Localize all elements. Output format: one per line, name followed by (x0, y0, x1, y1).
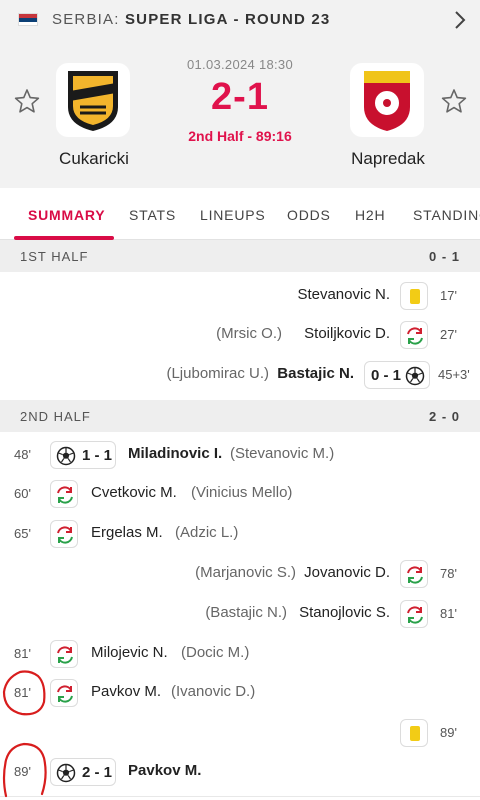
football-icon (405, 366, 425, 386)
event-player: Miladinovic I. (128, 445, 223, 462)
event-row[interactable]: 60' Cvetkovic M. (Vinicius Mello) (0, 474, 480, 514)
event-player: Stoiljkovic D. (304, 325, 390, 342)
competition-bar[interactable]: SERBIA: SUPER LIGA - ROUND 23 (0, 0, 480, 40)
event-row[interactable]: 81' Milojevic N. (Docic M.) (0, 634, 480, 674)
substitution-icon (400, 321, 428, 349)
event-row[interactable]: Stevanovic N. 17' (0, 276, 480, 316)
event-assist: (Marjanovic S.) (195, 564, 296, 581)
match-tabs: SUMMARY STATS LINEUPS ODDS H2H STANDINGS (0, 188, 480, 240)
event-time: 27' (440, 327, 457, 342)
first-half-header: 1ST HALF 0 - 1 (0, 240, 480, 272)
event-time: 89' (14, 764, 31, 779)
tab-odds[interactable]: ODDS (287, 207, 331, 223)
yellow-card-icon (400, 282, 428, 310)
event-time: 81' (14, 646, 31, 661)
event-player: Bastajic N. (277, 365, 354, 382)
section-result: 0 - 1 (428, 249, 460, 264)
event-row[interactable]: 89' (0, 713, 480, 753)
event-player: Pavkov M. (128, 762, 202, 779)
event-player: Stevanovic N. (297, 286, 390, 303)
event-row[interactable]: 81' Pavkov M. (Ivanovic D.) (0, 673, 480, 713)
event-row[interactable]: 48' 1 - 1 Miladinovic I. (Stevanovic M.) (0, 435, 480, 475)
event-time: 48' (14, 447, 31, 462)
away-team-logo[interactable] (350, 63, 424, 137)
event-assist: (Bastajic N.) (205, 604, 287, 621)
substitution-icon (50, 679, 78, 707)
event-player: Jovanovic D. (304, 564, 390, 581)
event-time: 78' (440, 566, 457, 581)
goal-score: 1 - 1 (82, 447, 113, 464)
substitution-icon (50, 520, 78, 548)
tab-lineups[interactable]: LINEUPS (200, 207, 266, 223)
event-assist: (Ivanovic D.) (171, 683, 256, 700)
goal-score: 2 - 1 (82, 764, 113, 781)
event-player: Cvetkovic M. (91, 484, 177, 501)
tab-stats[interactable]: STATS (129, 207, 176, 223)
home-team-name[interactable]: Cukaricki (29, 149, 159, 169)
serbia-flag-icon (18, 13, 38, 26)
substitution-icon (50, 480, 78, 508)
event-time: 89' (440, 725, 457, 740)
event-assist: (Docic M.) (181, 644, 250, 661)
event-row[interactable]: (Bastajic N.) Stanojlovic S. 81' (0, 594, 480, 634)
event-player: Pavkov M. (91, 683, 162, 700)
tab-summary[interactable]: SUMMARY (28, 207, 105, 223)
tab-standings[interactable]: STANDINGS (413, 207, 480, 223)
substitution-icon (400, 600, 428, 628)
event-row[interactable]: (Ljubomirac U.) Bastajic N. 0 - 1 45+3' (0, 355, 480, 395)
event-assist: (Vinicius Mello) (191, 484, 293, 501)
event-player: Stanojlovic S. (299, 604, 390, 621)
event-time: 81' (440, 606, 457, 621)
event-row[interactable]: (Mrsic O.) Stoiljkovic D. 27' (0, 315, 480, 355)
competition-title: SERBIA: SUPER LIGA - ROUND 23 (52, 11, 331, 28)
away-team-name[interactable]: Napredak (323, 149, 453, 169)
event-player: Ergelas M. (91, 524, 163, 541)
event-row[interactable]: 89' 2 - 1 Pavkov M. (0, 752, 480, 792)
event-player: Milojevic N. (91, 644, 168, 661)
event-time: 60' (14, 486, 31, 501)
football-icon (56, 763, 76, 783)
section-label: 2ND HALF (20, 409, 91, 424)
event-assist: (Mrsic O.) (216, 325, 282, 342)
event-assist: (Adzic L.) (175, 524, 239, 541)
event-row[interactable]: (Marjanovic S.) Jovanovic D. 78' (0, 554, 480, 594)
event-time: 45+3' (438, 367, 470, 382)
tab-h2h[interactable]: H2H (355, 207, 385, 223)
event-assist: (Stevanovic M.) (230, 445, 335, 462)
section-result: 2 - 0 (428, 409, 460, 424)
favorite-away-star-icon[interactable] (441, 88, 467, 114)
section-label: 1ST HALF (20, 249, 89, 264)
yellow-card-icon (400, 719, 428, 747)
goal-score-box: 1 - 1 (50, 441, 116, 469)
chevron-right-icon[interactable] (452, 10, 468, 30)
second-half-header: 2ND HALF 2 - 0 (0, 400, 480, 432)
bottom-divider (0, 796, 480, 797)
event-time: 65' (14, 526, 31, 541)
event-time: 17' (440, 288, 457, 303)
event-row[interactable]: 65' Ergelas M. (Adzic L.) (0, 514, 480, 554)
substitution-icon (50, 640, 78, 668)
match-header: Cukaricki 01.03.2024 18:30 2-1 2nd Half … (0, 40, 480, 188)
goal-score-box: 2 - 1 (50, 758, 116, 786)
event-time: 81' (14, 685, 31, 700)
goal-score-box: 0 - 1 (364, 361, 430, 389)
football-icon (56, 446, 76, 466)
substitution-icon (400, 560, 428, 588)
goal-score: 0 - 1 (371, 367, 402, 384)
event-assist: (Ljubomirac U.) (166, 365, 269, 382)
